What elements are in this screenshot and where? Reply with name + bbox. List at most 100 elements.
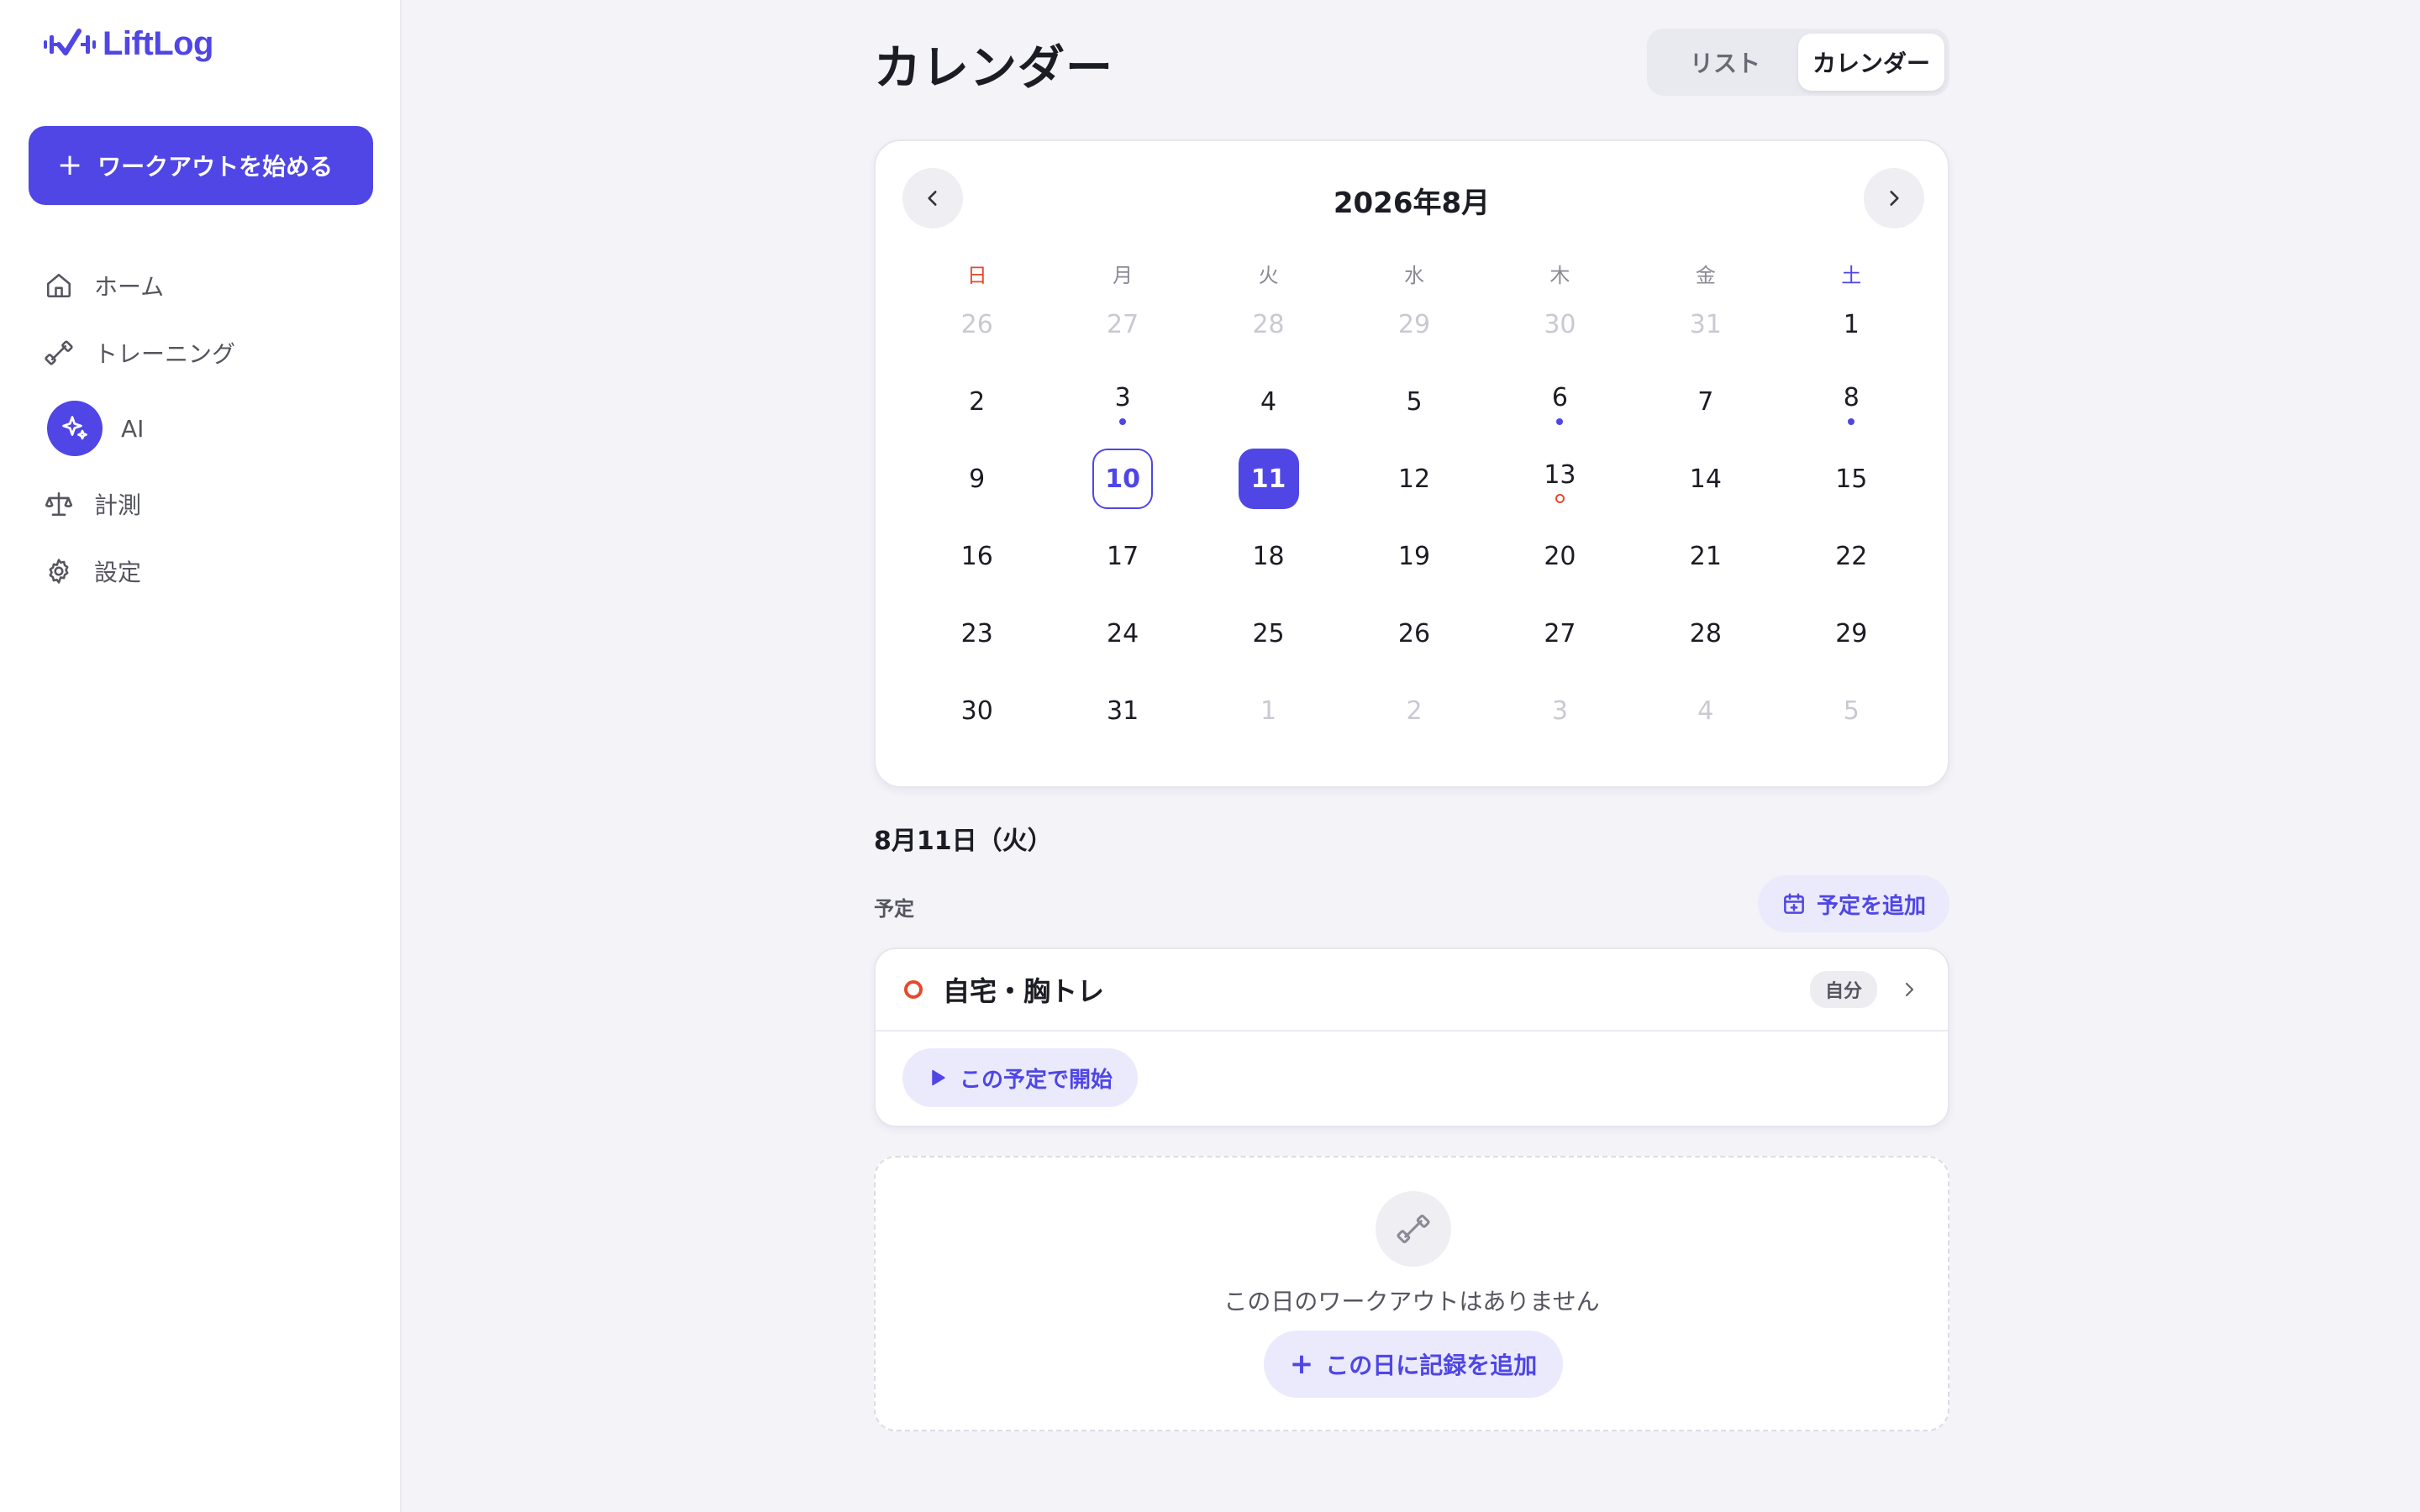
calendar-day[interactable]: 11: [1196, 440, 1341, 517]
sidebar-item-measure[interactable]: 計測: [42, 470, 378, 538]
calendar-day-number: 1: [1260, 696, 1277, 726]
calendar-day-number: 29: [1835, 618, 1868, 648]
calendar-day[interactable]: 1: [1196, 672, 1341, 749]
view-toggle: リスト カレンダー: [1647, 29, 1949, 96]
calendar-day-number: 11: [1238, 449, 1299, 509]
calendar-day-number: 25: [1252, 618, 1285, 648]
calendar-day[interactable]: 2: [904, 363, 1050, 440]
calendar-day[interactable]: 16: [904, 517, 1050, 595]
calendar-day[interactable]: 3: [1050, 363, 1195, 440]
sidebar-nav: ホーム トレーニング AI 計測 設定: [42, 252, 378, 605]
calendar-day[interactable]: 2: [1341, 672, 1486, 749]
app-logo[interactable]: LiftLog: [42, 25, 214, 63]
calendar-card: 2026年8月 日 月 火 水 木 金 土 26 27 28 29 30 31 1 2 3 4 5 6…: [874, 139, 1949, 788]
calendar-day[interactable]: 29: [1779, 595, 1924, 672]
calendar-day[interactable]: 4: [1196, 363, 1341, 440]
start-workout-label: ワークアウトを始める: [97, 153, 334, 181]
calendar-day-number: 31: [1107, 696, 1139, 726]
sidebar-item-settings[interactable]: 設定: [42, 538, 378, 605]
calendar-day[interactable]: 12: [1341, 440, 1486, 517]
calendar-day[interactable]: 27: [1050, 286, 1195, 363]
calendar-day[interactable]: 9: [904, 440, 1050, 517]
calendar-day-number: 20: [1544, 541, 1576, 571]
page-title: カレンダー: [874, 41, 1113, 96]
sidebar-item-label: トレーニング: [94, 340, 236, 368]
calendar-day[interactable]: 28: [1196, 286, 1341, 363]
calendar-day[interactable]: 1: [1779, 286, 1924, 363]
calendar-day[interactable]: 19: [1341, 517, 1486, 595]
calendar-day-number: 18: [1252, 541, 1285, 571]
calendar-day[interactable]: 28: [1633, 595, 1778, 672]
calendar-day-number: 16: [960, 541, 993, 571]
calendar-day[interactable]: 4: [1633, 672, 1778, 749]
start-workout-button[interactable]: + ワークアウトを始める: [29, 126, 373, 205]
calendar-day[interactable]: 7: [1633, 363, 1778, 440]
calendar-day[interactable]: 10: [1050, 440, 1195, 517]
sidebar-item-label: ホーム: [94, 273, 165, 301]
calendar-day-number: 4: [1697, 696, 1714, 726]
calendar-day-number: 28: [1252, 309, 1285, 339]
calendar-day-number: 15: [1835, 464, 1868, 494]
calendar-day[interactable]: 30: [1487, 286, 1633, 363]
calendar-day[interactable]: 26: [904, 286, 1050, 363]
plan-status-ring-icon: [904, 980, 923, 999]
list-view-button[interactable]: リスト: [1652, 34, 1798, 91]
calendar-day-number: 10: [1092, 449, 1154, 509]
sidebar-item-label: 計測: [94, 491, 142, 519]
add-plan-label: 予定を追加: [1816, 893, 1926, 919]
calendar-view-button[interactable]: カレンダー: [1798, 34, 1944, 91]
calendar-day[interactable]: 5: [1341, 363, 1486, 440]
calendar-day[interactable]: 13: [1487, 440, 1633, 517]
play-icon: [932, 1069, 945, 1086]
calendar-day[interactable]: 18: [1196, 517, 1341, 595]
calendar-day[interactable]: 30: [904, 672, 1050, 749]
add-plan-button[interactable]: 予定を追加: [1758, 875, 1949, 932]
calendar-day[interactable]: 27: [1487, 595, 1633, 672]
calendar-day[interactable]: 8: [1779, 363, 1924, 440]
calendar-day-number: 31: [1689, 309, 1722, 339]
calendar-day[interactable]: 31: [1633, 286, 1778, 363]
plan-owner-badge: 自分: [1809, 971, 1877, 1008]
empty-workouts-card: この日のワークアウトはありません + この日に記録を追加: [874, 1156, 1949, 1431]
calendar-day[interactable]: 25: [1196, 595, 1341, 672]
calendar-day-number: 26: [960, 309, 993, 339]
calendar-day-number: 9: [969, 464, 986, 494]
calendar-day[interactable]: 6: [1487, 363, 1633, 440]
add-record-button[interactable]: + この日に記録を追加: [1264, 1331, 1563, 1398]
sidebar-item-label: 設定: [94, 559, 142, 586]
calendar-day[interactable]: 17: [1050, 517, 1195, 595]
sidebar-item-training[interactable]: トレーニング: [42, 319, 378, 386]
calendar-day[interactable]: 15: [1779, 440, 1924, 517]
empty-state-text: この日のワークアウトはありません: [1223, 1288, 1600, 1315]
calendar-day-number: 28: [1689, 618, 1722, 648]
calendar-day[interactable]: 20: [1487, 517, 1633, 595]
home-icon: [42, 269, 76, 302]
calendar-day-number: 21: [1689, 541, 1722, 571]
next-month-button[interactable]: [1864, 168, 1924, 228]
calendar-day-number: 29: [1397, 309, 1431, 339]
calendar-day[interactable]: 29: [1341, 286, 1486, 363]
calendar-day-number: 22: [1835, 541, 1868, 571]
calendar-day-number: 1: [1843, 309, 1860, 339]
calendar-day[interactable]: 23: [904, 595, 1050, 672]
calendar-day-number: 12: [1397, 464, 1431, 494]
plus-icon: +: [57, 148, 83, 182]
sidebar-item-home[interactable]: ホーム: [42, 252, 378, 319]
calendar-day[interactable]: 5: [1779, 672, 1924, 749]
calendar-day-number: 5: [1406, 386, 1423, 417]
calendar-day[interactable]: 22: [1779, 517, 1924, 595]
calendar-day[interactable]: 26: [1341, 595, 1486, 672]
calendar-day[interactable]: 14: [1633, 440, 1778, 517]
plan-row[interactable]: 自宅・胸トレ 自分: [876, 949, 1948, 1032]
calendar-day[interactable]: 24: [1050, 595, 1195, 672]
sidebar-item-label: AI: [121, 414, 145, 443]
start-plan-button[interactable]: この予定で開始: [902, 1048, 1138, 1107]
calendar-day[interactable]: 31: [1050, 672, 1195, 749]
calendar-day-number: 2: [1406, 696, 1423, 726]
chevron-right-icon: [1890, 191, 1899, 206]
calendar-day[interactable]: 21: [1633, 517, 1778, 595]
calendar-day-number: 5: [1843, 696, 1860, 726]
calendar-day[interactable]: 3: [1487, 672, 1633, 749]
calendar-day-number: 26: [1397, 618, 1431, 648]
sidebar-item-ai[interactable]: AI: [42, 386, 378, 470]
